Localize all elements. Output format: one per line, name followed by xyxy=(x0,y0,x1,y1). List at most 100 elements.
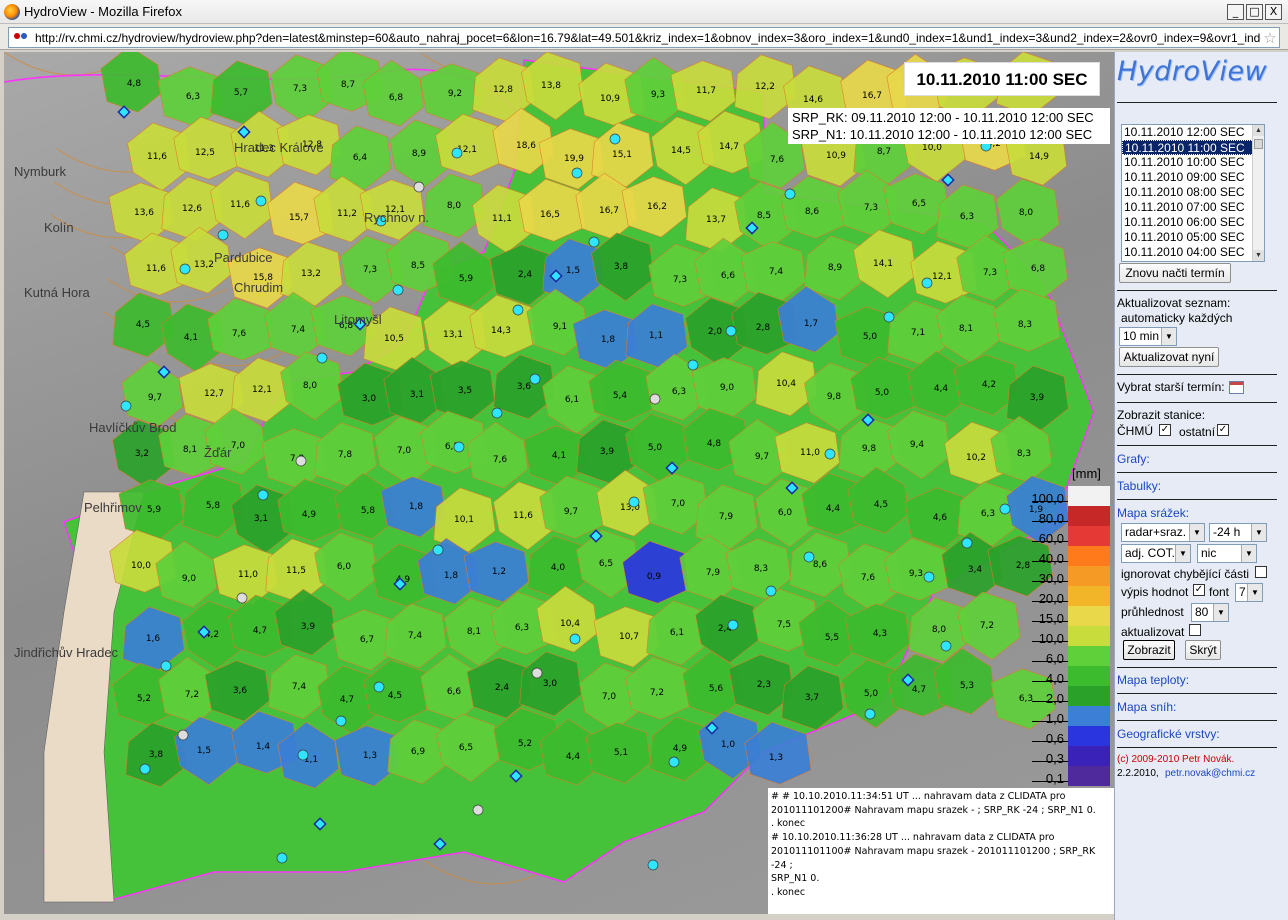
cell-value: 4,7 xyxy=(340,695,354,705)
chevron-down-icon[interactable]: ▼ xyxy=(1175,545,1190,562)
cell-value: 7,0 xyxy=(671,499,686,509)
legend-unit: [mm] xyxy=(1072,466,1101,481)
time-listbox[interactable]: 10.11.2010 12:00 SEC 10.11.2010 11:00 SEC… xyxy=(1121,124,1265,262)
cell-value: 8,9 xyxy=(828,263,843,273)
tables-link[interactable]: Tabulky: xyxy=(1117,479,1161,493)
cell-value: 6,6 xyxy=(447,687,462,697)
station-marker xyxy=(883,311,895,323)
cell-value: 3,7 xyxy=(805,693,819,703)
cell-value: 8,0 xyxy=(1019,208,1034,218)
cell-value: 18,6 xyxy=(516,141,536,151)
scroll-down-icon[interactable]: ▼ xyxy=(1253,250,1264,261)
geo-layers-link[interactable]: Geografické vrstvy: xyxy=(1117,727,1220,741)
time-list-item[interactable]: 10.11.2010 08:00 SEC xyxy=(1122,185,1264,200)
cell-value: 7,5 xyxy=(777,620,791,630)
email-link[interactable]: petr.novak@chmi.cz xyxy=(1165,768,1255,779)
cell-value: 5,0 xyxy=(863,332,878,342)
time-list-item[interactable]: 10.11.2010 09:00 SEC xyxy=(1122,170,1264,185)
cell-value: 10,0 xyxy=(922,143,942,153)
period-select[interactable]: -24 h ▼ xyxy=(1209,523,1267,542)
time-list-item[interactable]: 10.11.2010 06:00 SEC xyxy=(1122,215,1264,230)
station-marker xyxy=(512,304,524,316)
precipitation-map[interactable]: 4,8 6,3 5,7 7,3 8,7 6,8 9,2 12,8 13,8 10,9 9,3 11,7… xyxy=(4,52,1114,914)
ignore-missing-checkbox[interactable] xyxy=(1255,566,1267,578)
time-list-item[interactable]: 10.11.2010 07:00 SEC xyxy=(1122,200,1264,215)
cell-value: 11,0 xyxy=(238,570,258,580)
cell-value: 1,4 xyxy=(256,742,271,752)
cell-value: 8,0 xyxy=(447,201,462,211)
font-select[interactable]: 7 ▼ xyxy=(1235,583,1263,602)
chevron-down-icon[interactable]: ▼ xyxy=(1241,545,1256,562)
hide-button[interactable]: Skrýt xyxy=(1185,640,1221,660)
time-list-item[interactable]: 10.11.2010 04:00 SEC xyxy=(1122,245,1264,260)
time-list-item[interactable]: 10.11.2010 10:00 SEC xyxy=(1122,155,1264,170)
others-checkbox[interactable]: ✓ xyxy=(1217,424,1229,436)
station-marker xyxy=(864,708,876,720)
legend-label: 6,0 xyxy=(1045,651,1064,666)
chmu-checkbox[interactable]: ✓ xyxy=(1159,424,1171,436)
url-text[interactable]: http://rv.chmi.cz/hydroview/hydroview.ph… xyxy=(35,31,1261,45)
cell-value: 10,4 xyxy=(776,379,796,389)
show-values-label: výpis hodnot xyxy=(1121,585,1189,599)
opacity-select[interactable]: 80 ▼ xyxy=(1191,603,1229,622)
update-checkbox[interactable] xyxy=(1189,624,1201,636)
legend-row: 4,0 xyxy=(1024,666,1114,686)
close-button[interactable]: X xyxy=(1265,3,1282,20)
show-stations-label: Zobrazit stanice: xyxy=(1117,408,1206,422)
maximize-button[interactable]: □ xyxy=(1246,3,1263,20)
cell-value: 5,1 xyxy=(614,748,628,758)
bookmark-star-icon[interactable]: ☆ xyxy=(1261,29,1279,47)
legend-row: 20,0 xyxy=(1024,586,1114,606)
station-marker xyxy=(392,284,404,296)
snow-map-link[interactable]: Mapa sníh: xyxy=(1117,700,1176,714)
station-marker xyxy=(961,537,973,549)
chevron-down-icon[interactable]: ▼ xyxy=(1213,604,1228,621)
cell-value: 9,3 xyxy=(651,90,665,100)
cell-value: 3,1 xyxy=(254,514,268,524)
map-canvas[interactable]: 4,8 6,3 5,7 7,3 8,7 6,8 9,2 12,8 13,8 10,9 9,3 11,7… xyxy=(4,52,1114,914)
show-button[interactable]: Zobrazit xyxy=(1123,640,1175,660)
source-select[interactable]: radar+sraz. ▼ xyxy=(1121,523,1205,542)
time-list-item[interactable]: 10.11.2010 12:00 SEC xyxy=(1122,125,1264,140)
reload-term-button[interactable]: Znovu načti termín xyxy=(1119,263,1231,283)
station-marker xyxy=(628,496,640,508)
calendar-icon[interactable] xyxy=(1229,381,1244,394)
cell-value: 14,5 xyxy=(671,146,691,156)
legend-label: 2,0 xyxy=(1045,691,1064,706)
cell-value: 11,6 xyxy=(230,200,250,210)
listbox-scrollbar[interactable]: ▲ ▼ xyxy=(1252,125,1264,261)
adjust-select[interactable]: adj. COT. ▼ xyxy=(1121,544,1191,563)
cell-value: 8,6 xyxy=(805,207,820,217)
cell-value: 3,9 xyxy=(301,622,316,632)
map-date-label: 10.11.2010 11:00 SEC xyxy=(904,62,1100,96)
cell-value: 7,1 xyxy=(911,328,925,338)
url-field[interactable]: http://rv.chmi.cz/hydroview/hydroview.ph… xyxy=(8,27,1280,48)
temp-map-link[interactable]: Mapa teploty: xyxy=(1117,673,1189,687)
chevron-down-icon[interactable]: ▼ xyxy=(1251,524,1266,541)
legend-tick xyxy=(1032,721,1068,722)
minimize-button[interactable]: _ xyxy=(1227,3,1244,20)
cell-value: 11,6 xyxy=(513,511,533,521)
divider xyxy=(1117,747,1277,748)
cell-value: 7,3 xyxy=(673,275,687,285)
cell-value: 12,6 xyxy=(182,204,202,214)
cell-value: 4,2 xyxy=(982,380,996,390)
scroll-thumb[interactable] xyxy=(1254,139,1263,149)
station-marker xyxy=(177,729,189,741)
chevron-down-icon[interactable]: ▼ xyxy=(1189,524,1204,541)
precip-map-link[interactable]: Mapa srážek: xyxy=(1117,506,1189,520)
time-list-item[interactable]: 10.11.2010 05:00 SEC xyxy=(1122,230,1264,245)
scroll-up-icon[interactable]: ▲ xyxy=(1253,125,1264,136)
interval-select[interactable]: 10 min ▼ xyxy=(1119,327,1177,346)
interval-value: 10 min xyxy=(1123,329,1160,343)
chevron-down-icon[interactable]: ▼ xyxy=(1247,584,1262,601)
chevron-down-icon[interactable]: ▼ xyxy=(1161,328,1176,345)
show-values-checkbox[interactable]: ✓ xyxy=(1193,584,1205,596)
graphs-link[interactable]: Grafy: xyxy=(1117,452,1150,466)
update-now-button[interactable]: Aktualizovat nyní xyxy=(1119,347,1219,367)
time-list-item[interactable]: 10.11.2010 11:00 SEC xyxy=(1122,140,1264,155)
site-favicon-icon xyxy=(13,31,29,45)
cell-value: 9,7 xyxy=(755,452,769,462)
cell-value: 7,0 xyxy=(397,446,412,456)
extra-select[interactable]: nic ▼ xyxy=(1197,544,1257,563)
